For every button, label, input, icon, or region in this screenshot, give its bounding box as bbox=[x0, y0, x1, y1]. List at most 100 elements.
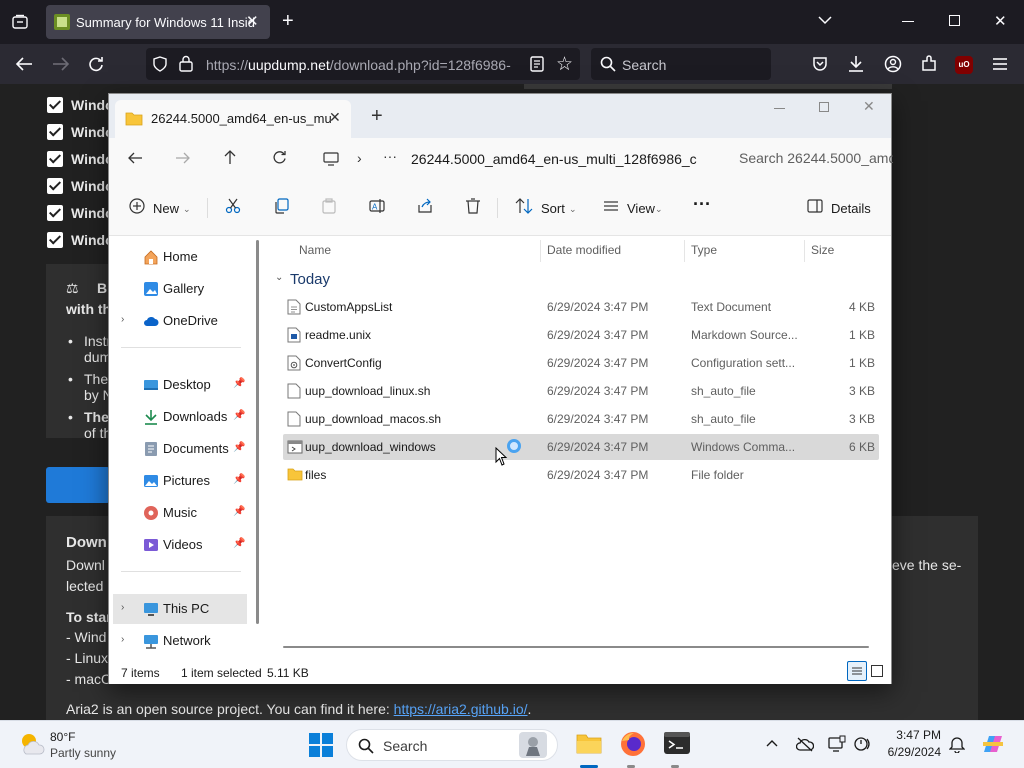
details-view-button[interactable] bbox=[847, 661, 867, 681]
chevron-right-icon[interactable]: › bbox=[121, 314, 124, 325]
new-tab-icon[interactable]: + bbox=[282, 10, 294, 33]
reader-view-icon[interactable] bbox=[530, 56, 544, 72]
back-icon[interactable] bbox=[15, 56, 33, 72]
taskbar-search-box[interactable]: Search bbox=[346, 729, 558, 761]
checkbox[interactable] bbox=[47, 124, 63, 140]
firefox-icon[interactable] bbox=[620, 731, 646, 757]
details-button[interactable]: Details bbox=[831, 201, 871, 216]
lock-icon[interactable] bbox=[179, 55, 193, 72]
chevron-down-icon[interactable]: ⌄ bbox=[655, 204, 663, 215]
nav-item-downloads[interactable]: Downloads 📌 bbox=[109, 402, 259, 432]
file-row-selected[interactable]: uup_download_windows 6/29/2024 3:47 PM W… bbox=[283, 434, 879, 460]
downloads-icon[interactable] bbox=[848, 55, 864, 73]
windows-start-icon[interactable] bbox=[309, 733, 333, 757]
copilot-icon[interactable] bbox=[980, 732, 1006, 756]
chevron-down-icon[interactable]: ⌄ bbox=[275, 272, 283, 283]
column-divider[interactable] bbox=[684, 240, 685, 262]
clock-time[interactable]: 3:47 PM bbox=[885, 728, 941, 742]
chevron-right-icon[interactable]: › bbox=[357, 150, 362, 166]
view-icon[interactable] bbox=[603, 198, 619, 214]
close-tab-icon[interactable]: ✕ bbox=[329, 109, 341, 126]
tiles-view-button[interactable] bbox=[871, 665, 883, 677]
new-icon[interactable] bbox=[129, 198, 145, 214]
nav-item-onedrive[interactable]: › OneDrive bbox=[109, 306, 259, 336]
close-tab-icon[interactable]: ✕ bbox=[246, 12, 259, 30]
pocket-icon[interactable] bbox=[812, 56, 828, 72]
column-header-type[interactable]: Type bbox=[691, 243, 717, 257]
up-icon[interactable] bbox=[223, 149, 237, 165]
view-button[interactable]: View bbox=[627, 201, 655, 216]
address-path[interactable]: 26244.5000_amd64_en-us_multi_128f6986_c bbox=[411, 151, 701, 167]
maximize-icon[interactable] bbox=[819, 102, 829, 112]
weather-text[interactable]: Partly sunny bbox=[50, 746, 116, 760]
display-icon[interactable] bbox=[828, 735, 846, 753]
checkbox[interactable] bbox=[47, 97, 63, 113]
chevron-right-icon[interactable]: › bbox=[121, 634, 124, 645]
chevron-up-icon[interactable] bbox=[766, 739, 778, 747]
checkbox[interactable] bbox=[47, 178, 63, 194]
column-header-name[interactable]: Name bbox=[299, 243, 331, 257]
chevron-down-icon[interactable] bbox=[818, 16, 832, 25]
browser-tab[interactable]: Summary for Windows 11 Insid ✕ bbox=[46, 5, 270, 39]
checkbox[interactable] bbox=[47, 205, 63, 221]
nav-item-this-pc[interactable]: › This PC bbox=[113, 594, 247, 624]
address-bar[interactable]: › ··· 26244.5000_amd64_en-us_multi_128f6… bbox=[311, 143, 703, 175]
minimize-icon[interactable] bbox=[902, 21, 914, 22]
clock-date[interactable]: 6/29/2024 bbox=[874, 745, 941, 759]
aria-link[interactable]: https://aria2.github.io/ bbox=[394, 701, 528, 717]
file-explorer-taskbar-icon[interactable] bbox=[576, 731, 602, 755]
horizontal-scrollbar[interactable] bbox=[283, 646, 869, 648]
weather-icon[interactable] bbox=[18, 730, 46, 758]
file-row[interactable]: CustomAppsList 6/29/2024 3:47 PM Text Do… bbox=[283, 294, 879, 320]
close-window-icon[interactable]: ✕ bbox=[994, 12, 1007, 30]
terminal-icon[interactable] bbox=[664, 732, 690, 754]
paste-icon[interactable] bbox=[321, 198, 337, 214]
minimize-icon[interactable] bbox=[774, 108, 785, 109]
nav-item-pictures[interactable]: Pictures 📌 bbox=[109, 466, 259, 496]
checkbox[interactable] bbox=[47, 232, 63, 248]
group-header[interactable]: Today bbox=[290, 271, 330, 288]
column-header-size[interactable]: Size bbox=[811, 243, 834, 257]
file-row[interactable]: uup_download_linux.sh 6/29/2024 3:47 PM … bbox=[283, 378, 879, 404]
chevron-right-icon[interactable]: › bbox=[121, 602, 124, 613]
download-button[interactable] bbox=[46, 467, 110, 503]
sort-button[interactable]: Sort bbox=[541, 201, 565, 216]
nav-scrollbar[interactable] bbox=[256, 240, 259, 624]
menu-icon[interactable] bbox=[992, 57, 1008, 71]
file-row[interactable]: files 6/29/2024 3:47 PM File folder bbox=[283, 462, 879, 488]
new-tab-icon[interactable]: + bbox=[371, 105, 383, 128]
close-window-icon[interactable]: ✕ bbox=[863, 98, 875, 115]
copy-icon[interactable] bbox=[273, 198, 289, 214]
cloud-off-icon[interactable] bbox=[796, 736, 814, 752]
cut-icon[interactable] bbox=[225, 198, 241, 214]
restore-icon[interactable] bbox=[949, 15, 960, 26]
chevron-down-icon[interactable]: ⌄ bbox=[183, 204, 191, 215]
explorer-tab[interactable]: 26244.5000_amd64_en-us_mu ✕ bbox=[115, 100, 351, 138]
bookmark-star-icon[interactable]: ☆ bbox=[556, 53, 573, 76]
more-path-icon[interactable]: ··· bbox=[383, 148, 397, 164]
notification-bell-icon[interactable] bbox=[949, 735, 965, 753]
file-row[interactable]: readme.unix 6/29/2024 3:47 PM Markdown S… bbox=[283, 322, 879, 348]
column-header-date[interactable]: Date modified bbox=[547, 243, 621, 257]
ublock-icon[interactable]: uO bbox=[955, 56, 973, 74]
column-divider[interactable] bbox=[804, 240, 805, 262]
shield-icon[interactable] bbox=[152, 56, 168, 72]
delete-icon[interactable] bbox=[465, 198, 481, 214]
nav-item-network[interactable]: › Network bbox=[109, 626, 259, 656]
details-pane-icon[interactable] bbox=[807, 198, 823, 214]
file-row[interactable]: uup_download_macos.sh 6/29/2024 3:47 PM … bbox=[283, 406, 879, 432]
accessibility-icon[interactable] bbox=[854, 735, 874, 753]
sort-icon[interactable] bbox=[515, 198, 533, 214]
more-options-icon[interactable]: ··· bbox=[693, 194, 711, 215]
column-divider[interactable] bbox=[540, 240, 541, 262]
nav-item-home[interactable]: Home bbox=[109, 242, 259, 272]
file-row[interactable]: ConvertConfig 6/29/2024 3:47 PM Configur… bbox=[283, 350, 879, 376]
tab-list-icon[interactable] bbox=[12, 14, 28, 30]
nav-item-music[interactable]: Music 📌 bbox=[109, 498, 259, 528]
rename-icon[interactable]: A bbox=[369, 198, 385, 214]
nav-item-documents[interactable]: Documents 📌 bbox=[109, 434, 259, 464]
nav-item-gallery[interactable]: Gallery bbox=[109, 274, 259, 304]
explorer-search-box[interactable]: Search 26244.5000_amd6 bbox=[729, 144, 893, 174]
back-icon[interactable] bbox=[127, 151, 143, 165]
new-button[interactable]: New bbox=[153, 201, 179, 216]
